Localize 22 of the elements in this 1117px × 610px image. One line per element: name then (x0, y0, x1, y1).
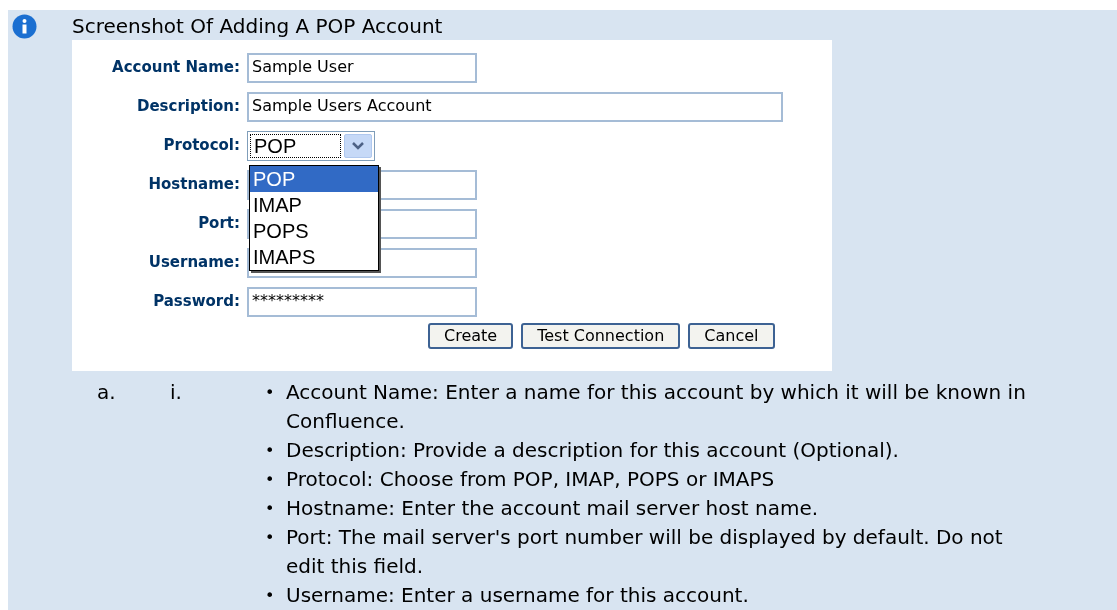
field-label: Password: (153, 291, 240, 313)
bullet-text: Account Name: Enter a name for this account by which it will be known in Confluence. (286, 379, 1027, 435)
field-label: Protocol: (163, 135, 240, 157)
bullet: • (265, 382, 276, 404)
bullet-text: Protocol: Choose from POP, IMAP, POPS or IMAPS (286, 466, 776, 493)
bullet-text: Port: The mail server's port number will be displayed by default. Do not edit this field. (286, 524, 1004, 580)
bullet: • (265, 469, 276, 491)
list-marker: i. (170, 379, 183, 406)
bullet-text: Hostname: Enter the account mail server host name. (286, 495, 820, 522)
bullet-text: Username: Enter a username for this account. (286, 582, 750, 609)
bullet: • (265, 527, 276, 549)
bullet: • (265, 585, 276, 607)
field-label: Description: (137, 96, 240, 118)
bullet-text: Description: Provide a description for this account (Optional). (286, 437, 900, 464)
field-label: Username: (148, 252, 240, 274)
field-label: Port: (198, 213, 240, 235)
field-label: Account Name: (112, 57, 240, 79)
bullet: • (265, 440, 276, 462)
panel-title: Screenshot Of Adding A POP Account (72, 13, 444, 40)
field-label: Hostname: (148, 174, 240, 196)
bullet: • (265, 498, 276, 520)
list-marker: a. (97, 379, 117, 406)
